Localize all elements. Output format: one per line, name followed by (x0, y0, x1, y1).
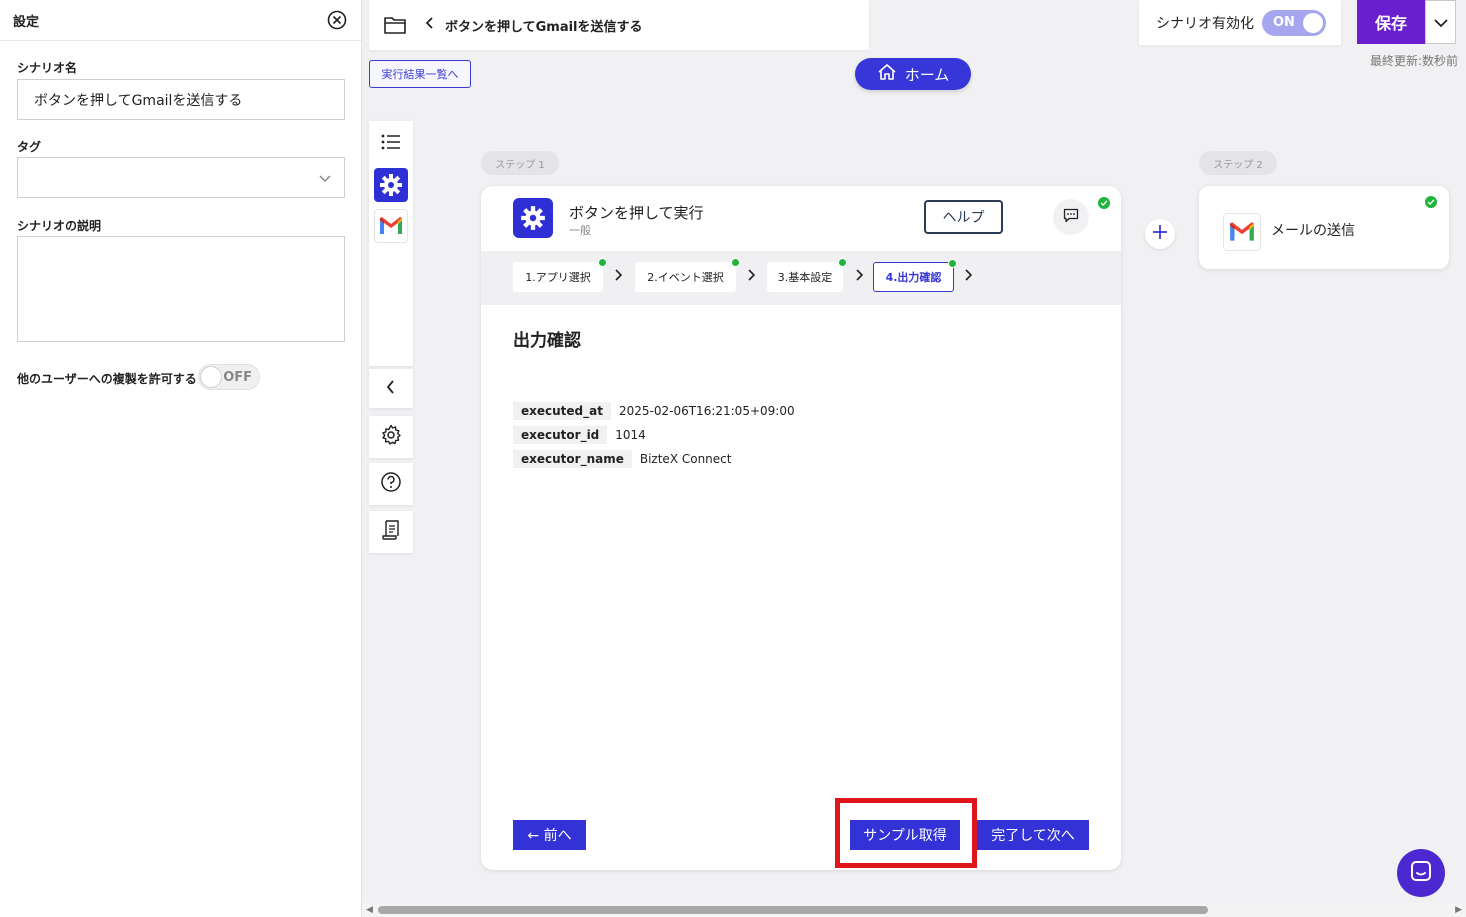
scenario-name-label: シナリオ名 (17, 61, 78, 75)
step-toolbar (369, 121, 413, 366)
tab-event-select[interactable]: 2.イベント選択 (635, 258, 740, 292)
chevron-right-icon (964, 269, 973, 284)
tab-basic-settings[interactable]: 3.基本設定 (767, 258, 847, 292)
tab-output-check[interactable]: 4.出力確認 (873, 259, 957, 292)
step2-card[interactable]: メールの送信 (1199, 186, 1449, 269)
card-subtitle: 一般 (569, 224, 591, 237)
gear-icon (380, 424, 402, 450)
check-icon (838, 258, 847, 267)
chat-icon (1410, 860, 1432, 886)
output-key: executor_id (513, 426, 608, 444)
breadcrumb: ボタンを押してGmailを送信する (369, 0, 869, 50)
settings-button[interactable] (369, 416, 413, 458)
output-key: executed_at (513, 402, 611, 420)
tag-select[interactable] (17, 157, 345, 198)
results-link[interactable]: 実行結果一覧へ (369, 60, 471, 88)
back-chevron-icon[interactable] (425, 17, 435, 33)
enable-label: シナリオ有効化 (1156, 15, 1254, 32)
question-icon (380, 471, 402, 497)
collapse-button[interactable] (369, 369, 413, 408)
settings-panel: 設定 シナリオ名 ボタンを押してGmailを送信する タグ シナリオの説明 他の… (0, 0, 362, 917)
check-icon (1097, 196, 1111, 210)
enable-state: ON (1273, 14, 1295, 30)
home-icon (877, 63, 897, 85)
prev-button[interactable]: ← 前へ (513, 820, 586, 850)
section-title: 出力確認 (513, 331, 581, 351)
chevron-down-icon (318, 170, 332, 189)
allow-copy-label: 他のユーザーへの複製を許可する (17, 372, 197, 386)
check-icon (598, 258, 607, 267)
output-row: executor_name BizteX Connect (513, 450, 731, 468)
output-key: executor_name (513, 450, 632, 468)
settings-header: 設定 (0, 0, 361, 41)
gear-step-icon[interactable] (374, 168, 408, 202)
gmail-icon (1223, 213, 1261, 251)
close-icon[interactable] (327, 10, 347, 30)
scroll-right-icon[interactable]: ▶ (1455, 905, 1462, 915)
tab-app-select[interactable]: 1.アプリ選択 (513, 258, 607, 292)
comment-icon (1063, 208, 1079, 227)
output-value: 2025-02-06T16:21:05+09:00 (618, 404, 795, 418)
output-row: executed_at 2025-02-06T16:21:05+09:00 (513, 402, 795, 420)
description-textarea[interactable] (17, 236, 345, 342)
step1-label: ステップ 1 (481, 151, 559, 175)
help-circle-button[interactable] (369, 463, 413, 505)
output-value: BizteX Connect (639, 452, 732, 466)
toggle-knob (200, 366, 222, 388)
list-icon[interactable] (374, 125, 408, 159)
allow-copy-state: OFF (223, 369, 252, 385)
save-dropdown-button[interactable] (1425, 0, 1456, 44)
gear-icon (513, 198, 553, 238)
scenario-title: ボタンを押してGmailを送信する (445, 19, 643, 35)
step-tabs: 1.アプリ選択 2.イベント選択 3.基本設定 4.出力確認 (481, 251, 1121, 305)
step2-label: ステップ 2 (1199, 151, 1277, 175)
tag-label: タグ (17, 140, 42, 154)
comment-button[interactable] (1053, 199, 1089, 235)
highlight-box (835, 798, 977, 868)
home-label: ホーム (904, 65, 950, 84)
card-title: ボタンを押して実行 (569, 204, 704, 222)
step1-card: ボタンを押して実行 一般 ヘルプ 1.アプリ選択 2.イベント選択 3.基本設定 (481, 186, 1121, 870)
tab-label: 2.イベント選択 (647, 271, 724, 284)
folder-icon[interactable] (383, 15, 407, 35)
add-step-button[interactable] (1145, 219, 1175, 249)
chevron-right-icon (855, 269, 864, 284)
check-icon (1424, 195, 1438, 209)
gmail-step-icon[interactable] (374, 209, 408, 243)
scenario-enable-box: シナリオ有効化 ON (1139, 0, 1341, 45)
chevron-right-icon (614, 269, 623, 284)
step2-title: メールの送信 (1271, 223, 1355, 239)
home-button[interactable]: ホーム (855, 58, 971, 90)
horizontal-scrollbar[interactable]: ◀ ▶ (362, 903, 1466, 917)
chevron-right-icon (747, 269, 756, 284)
output-value: 1014 (615, 428, 646, 442)
check-icon (948, 259, 957, 268)
settings-title: 設定 (13, 14, 40, 30)
chevron-down-icon (1433, 13, 1448, 32)
scroll-left-icon[interactable]: ◀ (366, 905, 373, 915)
complete-next-button[interactable]: 完了して次へ (977, 820, 1089, 850)
help-button[interactable]: ヘルプ (924, 200, 1003, 234)
scrollbar-thumb[interactable] (378, 906, 1208, 914)
chevron-left-icon (386, 379, 396, 398)
allow-copy-toggle[interactable]: OFF (198, 364, 260, 390)
scenario-name-input[interactable]: ボタンを押してGmailを送信する (17, 79, 345, 120)
tab-label: 4.出力確認 (885, 271, 942, 284)
tab-label: 3.基本設定 (777, 271, 833, 284)
plus-icon (1152, 224, 1168, 244)
check-icon (731, 258, 740, 267)
scroll-icon (380, 519, 402, 545)
toggle-knob (1303, 12, 1323, 33)
tab-label: 1.アプリ選択 (525, 271, 591, 284)
description-label: シナリオの説明 (17, 219, 102, 233)
output-row: executor_id 1014 (513, 426, 646, 444)
last-updated: 最終更新:数秒前 (1369, 54, 1458, 68)
enable-toggle[interactable]: ON (1262, 9, 1326, 36)
log-button[interactable] (369, 511, 413, 553)
save-button[interactable]: 保存 (1357, 0, 1425, 44)
chat-button[interactable] (1397, 849, 1445, 897)
